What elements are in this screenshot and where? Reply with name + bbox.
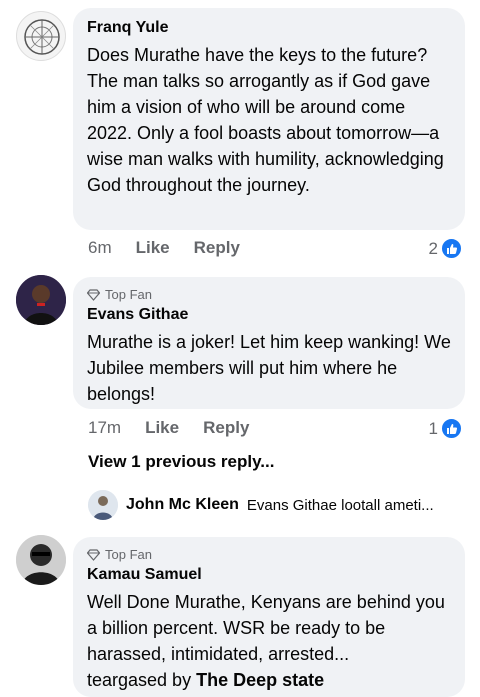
top-fan-label: Top Fan	[105, 547, 152, 562]
person-photo-icon	[16, 535, 66, 585]
top-fan-badge: Top Fan	[87, 287, 451, 303]
like-reaction-icon	[441, 238, 462, 259]
like-reaction-icon	[441, 418, 462, 439]
avatar-john-mc-kleen[interactable]	[88, 490, 118, 520]
comment-text-tail: teargased by The Deep state	[87, 667, 451, 693]
reply-author[interactable]: John Mc Kleen	[126, 496, 239, 514]
diamond-icon	[87, 549, 100, 561]
top-fan-label: Top Fan	[105, 287, 152, 302]
reply-button[interactable]: Reply	[203, 418, 249, 438]
top-fan-badge: Top Fan	[87, 547, 451, 563]
comment-text: Well Done Murathe, Kenyans are behind yo…	[87, 592, 445, 664]
comment-bubble: Top Fan Evans Githae Murathe is a joker!…	[73, 277, 465, 409]
reply-button[interactable]: Reply	[194, 238, 240, 258]
comment-author[interactable]: Evans Githae	[87, 305, 451, 325]
comment-time[interactable]: 17m	[88, 418, 121, 438]
comment-author[interactable]: Franq Yule	[87, 18, 451, 38]
reply-preview[interactable]: John Mc Kleen Evans Githae lootall ameti…	[88, 490, 434, 520]
diamond-icon	[87, 289, 100, 301]
comment-bubble: Franq Yule Does Murathe have the keys to…	[73, 8, 465, 230]
person-photo-icon	[88, 490, 118, 520]
view-previous-replies-link[interactable]: View 1 previous reply...	[88, 452, 274, 472]
avatar-evans-githae[interactable]	[16, 275, 66, 325]
comment-bubble: Top Fan Kamau Samuel Well Done Murathe, …	[73, 537, 465, 697]
like-button[interactable]: Like	[145, 418, 179, 438]
like-button[interactable]: Like	[136, 238, 170, 258]
reaction-count[interactable]: 2	[429, 238, 462, 259]
comment-actions: 17m Like Reply	[88, 418, 249, 438]
tail-text: teargased by	[87, 670, 197, 690]
avatar-franq-yule[interactable]	[16, 11, 66, 61]
reaction-number: 2	[428, 238, 438, 258]
comment-text: Murathe is a joker! Let him keep wanking…	[87, 332, 451, 404]
comment-actions: 6m Like Reply	[88, 238, 240, 258]
comment-text: Does Murathe have the keys to the future…	[87, 45, 444, 195]
reaction-number: 1	[428, 418, 438, 438]
comment-time[interactable]: 6m	[88, 238, 112, 258]
comment-author[interactable]: Kamau Samuel	[87, 565, 451, 585]
page-mention-link[interactable]: The Deep state	[196, 670, 324, 690]
person-photo-icon	[16, 275, 66, 325]
avatar-kamau-samuel[interactable]	[16, 535, 66, 585]
reply-snippet: Evans Githae lootall ameti...	[246, 496, 434, 514]
reaction-count[interactable]: 1	[429, 418, 462, 439]
compass-icon	[24, 19, 60, 55]
